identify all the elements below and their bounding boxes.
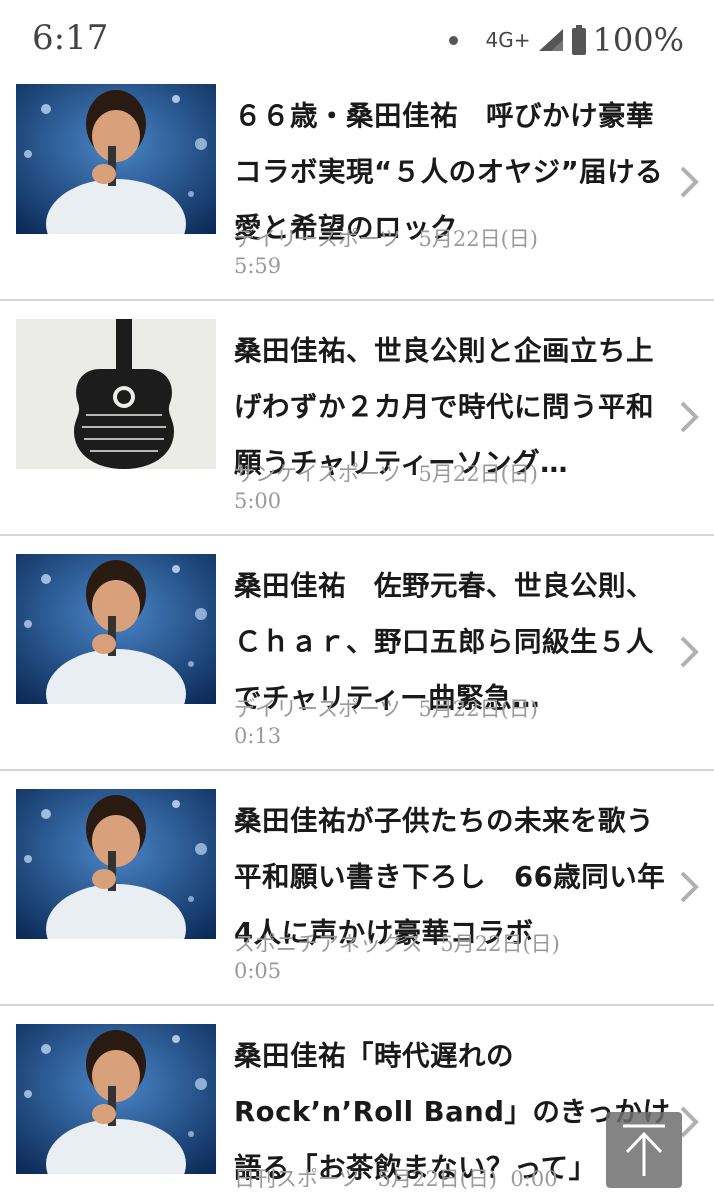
news-time: 0:05 [234, 959, 282, 983]
news-item[interactable]: 桑田佳祐、世良公則と企画立ち上げわずか２カ月で時代に問う平和願うチャリティーソン… [0, 301, 714, 536]
news-item[interactable]: 桑田佳祐が子供たちの未来を歌う 平和願い書き下ろし 66歳同い年4人に声かけ豪華… [0, 771, 714, 1006]
news-date: 5月22日(日) [418, 462, 538, 486]
news-meta: スポニチアネックス 5月22日(日) 0:05 [234, 931, 674, 985]
news-meta: デイリースポーツ 5月22日(日) 5:59 [234, 226, 674, 280]
chevron-right-icon [680, 166, 699, 198]
news-time: 0:13 [234, 724, 282, 748]
news-time: 0:00 [510, 1167, 558, 1191]
news-source: デイリースポーツ [234, 697, 401, 721]
news-time: 5:59 [234, 254, 282, 278]
battery-percent: 100% [592, 21, 684, 59]
news-thumbnail [16, 554, 216, 704]
news-date: 5月22日(日) [418, 697, 538, 721]
news-thumbnail [16, 84, 216, 234]
news-meta: サンケイスポーツ 5月22日(日) 5:00 [234, 461, 674, 515]
arrow-up-icon [623, 1124, 665, 1176]
network-type: 4G+ [485, 28, 531, 52]
news-date: 5月22日(日) [377, 1167, 498, 1191]
notification-dot-icon [448, 35, 458, 45]
news-thumbnail [16, 319, 216, 469]
news-source: スポニチアネックス [234, 932, 423, 956]
signal-icon [537, 27, 565, 53]
battery-icon [571, 25, 587, 55]
chevron-right-icon [680, 871, 699, 903]
scroll-to-top-button[interactable] [606, 1112, 682, 1188]
singer-photo-image [16, 84, 216, 234]
status-time: 6:17 [32, 18, 109, 58]
singer-photo-image [16, 789, 216, 939]
chevron-right-icon [680, 636, 699, 668]
news-thumbnail [16, 1024, 216, 1174]
news-date: 5月22日(日) [418, 227, 538, 251]
news-item[interactable]: ６６歳・桑田佳祐 呼びかけ豪華コラボ実現“５人のオヤジ”届ける愛と希望のロック … [0, 66, 714, 301]
news-source: 日刊スポーツ [234, 1167, 360, 1191]
news-item[interactable]: 桑田佳祐 佐野元春、世良公則、Ｃｈａｒ、野口五郎ら同級生５人でチャリティー曲緊急… [0, 536, 714, 771]
news-source: サンケイスポーツ [234, 462, 401, 486]
guitar-logo-image [16, 319, 216, 469]
news-date: 5月22日(日) [440, 932, 560, 956]
singer-photo-image [16, 1024, 216, 1174]
news-time: 5:00 [234, 489, 282, 513]
news-source: デイリースポーツ [234, 227, 401, 251]
chevron-right-icon [680, 401, 699, 433]
singer-photo-image [16, 554, 216, 704]
news-thumbnail [16, 789, 216, 939]
news-list: ６６歳・桑田佳祐 呼びかけ豪華コラボ実現“５人のオヤジ”届ける愛と希望のロック … [0, 66, 714, 1200]
news-meta: デイリースポーツ 5月22日(日) 0:13 [234, 696, 674, 750]
status-icons: 4G+ 100% [448, 20, 684, 60]
